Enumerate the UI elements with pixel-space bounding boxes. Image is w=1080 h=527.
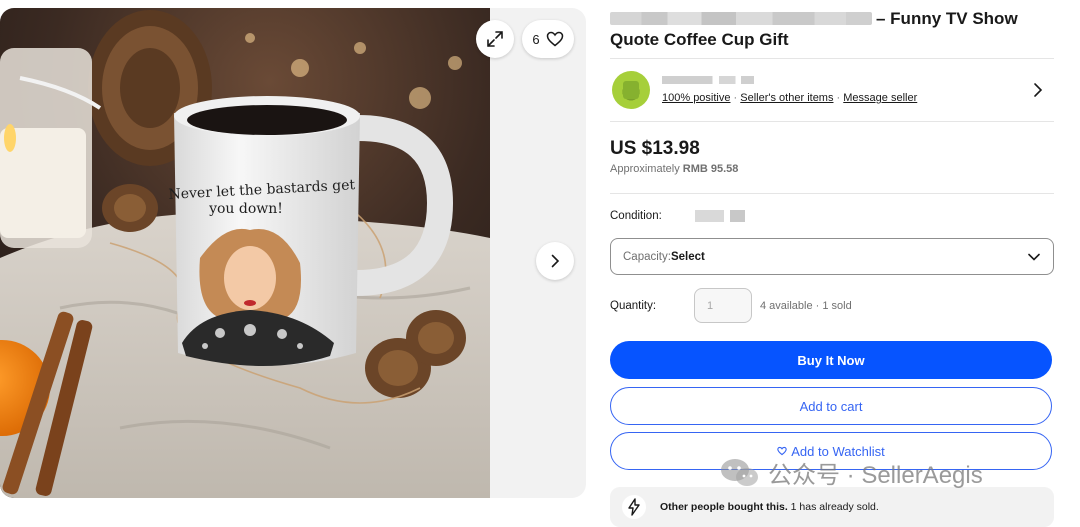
seller-other-items-link[interactable]: Seller's other items <box>740 92 833 104</box>
seller-separator: · <box>833 92 844 104</box>
buy-box: – Funny TV Show Quote Coffee Cup Gift 10… <box>610 0 1054 527</box>
converted-price-value: RMB 95.58 <box>682 163 739 175</box>
seller-avatar <box>612 71 650 109</box>
notice-detail: 1 has already sold. <box>787 501 879 513</box>
listing-title: – Funny TV Show Quote Coffee Cup Gift <box>610 8 1054 50</box>
seller-info: 100% positive · Seller's other items · M… <box>662 76 1028 104</box>
item-price: US $13.98 <box>610 138 700 159</box>
add-to-watchlist-label: Add to Watchlist <box>791 443 885 459</box>
watchers-button[interactable]: 6 <box>522 20 574 58</box>
redacted-condition-value <box>694 210 745 222</box>
expand-image-button[interactable] <box>476 20 514 58</box>
capacity-label: Capacity: <box>623 250 671 263</box>
seller-separator: · <box>730 92 741 104</box>
candle-jar <box>0 48 102 248</box>
social-proof-notice: Other people bought this. 1 has already … <box>610 487 1054 527</box>
price-block: US $13.98 Approximately RMB 95.58 <box>610 138 1054 194</box>
message-seller-link[interactable]: Message seller <box>843 92 917 104</box>
pine-cone-small-left <box>102 184 158 232</box>
expand-icon <box>487 31 503 47</box>
quantity-availability: 4 available · 1 sold <box>760 299 852 312</box>
condition-row: Condition: <box>610 210 745 222</box>
heart-icon <box>546 31 563 47</box>
converted-price: Approximately RMB 95.58 <box>610 163 1054 175</box>
notice-bold: Other people bought this. <box>660 501 788 513</box>
image-gallery: Never let the bastards get you down! 6 <box>0 8 586 498</box>
chevron-right-icon <box>551 254 560 268</box>
seller-card[interactable]: 100% positive · Seller's other items · M… <box>610 58 1054 122</box>
watchers-count: 6 <box>532 31 540 47</box>
add-to-watchlist-button[interactable]: Add to Watchlist <box>610 432 1052 470</box>
capacity-select[interactable]: Capacity: Select <box>610 238 1054 275</box>
seller-links: 100% positive · Seller's other items · M… <box>662 92 1028 104</box>
redacted-title-text <box>610 12 872 25</box>
title-suffix: – Funny TV Show <box>876 9 1018 28</box>
quantity-label: Quantity: <box>610 299 657 312</box>
quantity-row: Quantity: 4 available · 1 sold <box>610 288 852 323</box>
chevron-down-icon <box>1028 253 1040 261</box>
next-image-button[interactable] <box>536 242 574 280</box>
capacity-value: Select <box>670 250 705 263</box>
lightning-icon <box>622 495 646 519</box>
pine-cone-right <box>406 310 466 366</box>
quantity-input[interactable] <box>694 288 752 323</box>
buy-it-now-button[interactable]: Buy It Now <box>610 341 1052 379</box>
chevron-right-icon[interactable] <box>1028 80 1048 100</box>
notice-text: Other people bought this. 1 has already … <box>660 501 879 513</box>
mug-quote-line2: you down! <box>208 201 283 217</box>
condition-label: Condition: <box>610 210 662 222</box>
converted-price-label: Approximately <box>610 163 683 175</box>
redacted-seller-name <box>662 76 754 84</box>
seller-feedback-link[interactable]: 100% positive <box>662 92 731 104</box>
title-line-2: Quote Coffee Cup Gift <box>610 30 789 49</box>
product-photo[interactable]: Never let the bastards get you down! <box>0 8 490 498</box>
heart-icon <box>777 446 787 456</box>
add-to-cart-button[interactable]: Add to cart <box>610 387 1052 425</box>
